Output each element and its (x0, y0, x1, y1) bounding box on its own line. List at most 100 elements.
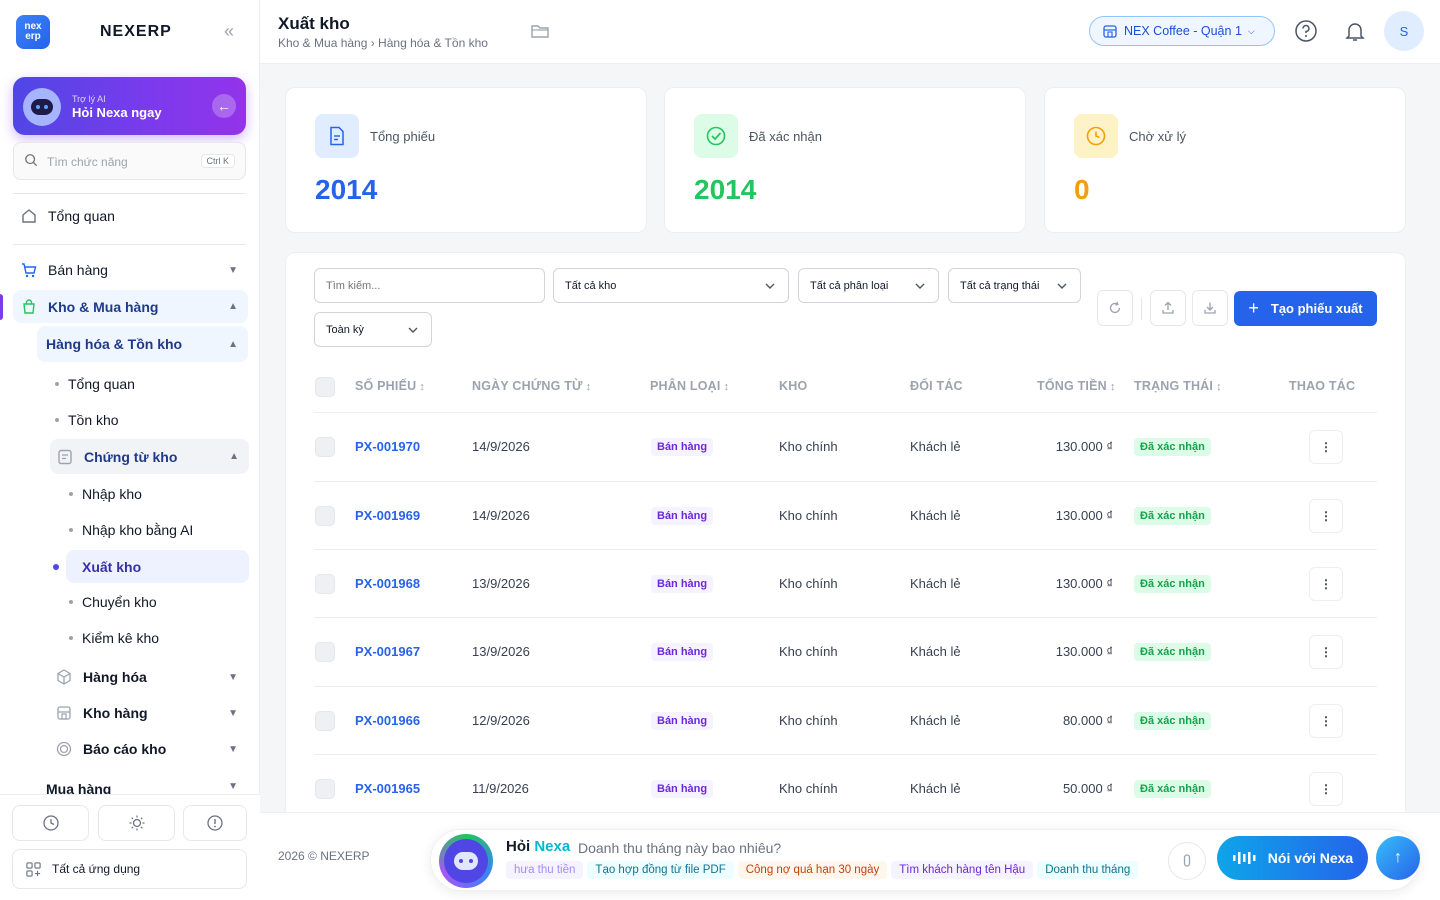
row-checkbox[interactable] (315, 506, 335, 526)
voucher-link[interactable]: PX-001966 (355, 713, 420, 728)
row-checkbox[interactable] (315, 642, 335, 662)
attach-button[interactable] (1168, 842, 1206, 880)
cart-icon (22, 263, 37, 278)
collapse-sidebar-icon[interactable]: « (224, 21, 234, 42)
more-vertical-icon: ⋮ (1320, 440, 1332, 454)
all-apps-button[interactable]: Tất cả ứng dụng (12, 849, 247, 889)
sidebar-item-overview[interactable]: Tổng quan (20, 205, 248, 227)
category-filter[interactable]: Tất cả phân loại (798, 268, 939, 303)
period-filter[interactable]: Toàn kỳ (314, 312, 432, 347)
voucher-link[interactable]: PX-001970 (355, 439, 420, 454)
upload-button[interactable] (1150, 290, 1186, 326)
category-badge: Bán hàng (651, 780, 714, 798)
row-more-button[interactable]: ⋮ (1309, 635, 1343, 669)
bell-icon[interactable] (1343, 19, 1367, 43)
chevron-down-icon (1057, 283, 1067, 289)
select-all-checkbox[interactable] (315, 377, 335, 397)
active-item-dot (53, 564, 59, 570)
row-checkbox[interactable] (315, 437, 335, 457)
search-input[interactable] (314, 268, 545, 303)
sidebar-item-export[interactable]: Xuất kho (66, 550, 249, 583)
row-more-button[interactable]: ⋮ (1309, 499, 1343, 533)
report-icon (56, 741, 72, 757)
row-checkbox[interactable] (315, 711, 335, 731)
theme-toggle-button[interactable] (98, 805, 175, 841)
voucher-link[interactable]: PX-001968 (355, 576, 420, 591)
suggestion-chip[interactable]: Tìm khách hàng tên Hậu (891, 861, 1034, 879)
row-more-button[interactable]: ⋮ (1309, 704, 1343, 738)
help-icon[interactable] (1294, 19, 1318, 43)
suggestion-chip[interactable]: hưa thu tiền (506, 861, 584, 879)
refresh-button[interactable] (1097, 290, 1133, 326)
store-selector[interactable]: NEX Coffee - Quận 1 ⌵ (1089, 16, 1275, 46)
folder-icon[interactable] (530, 22, 550, 40)
chevron-up-icon: ▲ (228, 301, 238, 312)
alert-button[interactable] (183, 805, 247, 841)
stat-label: Tổng phiếu (370, 129, 436, 144)
nexa-question-input[interactable]: Doanh thu tháng này bao nhiêu? (578, 840, 781, 856)
row-divider (314, 549, 1377, 550)
sidebar-item-sub-overview[interactable]: Tổng quan (55, 374, 135, 394)
row-divider (314, 481, 1377, 482)
suggestion-chip[interactable]: Doanh thu tháng (1037, 861, 1139, 879)
voucher-link[interactable]: PX-001965 (355, 781, 420, 796)
feature-search-input[interactable]: Tìm chức năng Ctrl K (13, 142, 246, 180)
voucher-date: 13/9/2026 (472, 644, 530, 659)
ai-card-title: Hỏi Nexa ngay (72, 105, 162, 120)
voucher-link[interactable]: PX-001967 (355, 644, 420, 659)
breadcrumb[interactable]: Kho & Mua hàng › Hàng hóa & Tồn kho (278, 36, 488, 50)
col-total[interactable]: TỔNG TIỀN ↕ (1037, 379, 1116, 393)
row-checkbox[interactable] (315, 779, 335, 799)
sidebar-item-import-ai[interactable]: Nhập kho bằng AI (69, 520, 193, 540)
sidebar-item-stocktake[interactable]: Kiểm kê kho (69, 628, 159, 648)
nexa-robot-icon (439, 834, 493, 888)
shortcut-badge: Ctrl K (200, 154, 235, 168)
sidebar-item-vouchers[interactable]: Chứng từ kho ▲ (50, 439, 249, 474)
sidebar-item-warehouses[interactable]: Kho hàng ▼ (55, 703, 248, 723)
sidebar-item-sales[interactable]: Bán hàng ▼ (20, 259, 248, 281)
send-button[interactable]: ↑ (1376, 836, 1420, 880)
voucher-link[interactable]: PX-001969 (355, 508, 420, 523)
warehouse-filter[interactable]: Tất cả kho (553, 268, 789, 303)
sidebar-item-import[interactable]: Nhập kho (69, 484, 142, 504)
user-avatar[interactable]: S (1384, 11, 1424, 51)
sort-icon: ↕ (1109, 381, 1116, 393)
row-more-button[interactable]: ⋮ (1309, 430, 1343, 464)
sidebar-item-warehouse-purchase[interactable]: Kho & Mua hàng ▲ (13, 290, 248, 323)
row-checkbox[interactable] (315, 574, 335, 594)
talk-to-nexa-button[interactable]: Nói với Nexa (1217, 836, 1368, 880)
ai-assistant-card[interactable]: Trợ lý AI Hỏi Nexa ngay ← (13, 77, 246, 135)
sidebar-item-transfer[interactable]: Chuyển kho (69, 592, 157, 612)
app-logo[interactable]: nex erp (16, 15, 50, 49)
sidebar-item-goods-inventory[interactable]: Hàng hóa & Tồn kho ▲ (37, 326, 248, 362)
total-cell: 130.000 ₫ (1055, 576, 1113, 591)
col-status[interactable]: TRẠNG THÁI ↕ (1134, 379, 1222, 393)
upload-icon (1162, 301, 1174, 314)
sidebar-item-purchase[interactable]: Mua hàng ▼ (46, 781, 248, 795)
col-category[interactable]: PHÂN LOẠI ↕ (650, 379, 729, 393)
sidebar-item-stock[interactable]: Tồn kho (55, 410, 119, 430)
row-more-button[interactable]: ⋮ (1309, 567, 1343, 601)
sidebar-item-reports[interactable]: Báo cáo kho ▼ (55, 739, 248, 759)
ai-card-caption: Trợ lý AI (72, 94, 106, 104)
col-voucher-no[interactable]: SỐ PHIẾU ↕ (355, 379, 425, 393)
chevron-down-icon: ▼ (228, 264, 238, 276)
row-more-button[interactable]: ⋮ (1309, 772, 1343, 806)
check-circle-icon (694, 114, 738, 158)
suggestion-chip[interactable]: Tạo hợp đồng từ file PDF (587, 861, 734, 879)
col-date[interactable]: NGÀY CHỨNG TỪ ↕ (472, 379, 591, 393)
nexa-ask-bar[interactable]: Hỏi Nexa Doanh thu tháng này bao nhiêu? … (430, 829, 1420, 891)
warehouse-cell: Kho chính (779, 781, 838, 796)
create-export-button[interactable]: + Tạo phiếu xuất (1234, 291, 1377, 326)
history-button[interactable] (12, 805, 89, 841)
suggestion-chip[interactable]: Công nợ quá hạn 30 ngày (737, 861, 888, 879)
download-button[interactable] (1192, 290, 1228, 326)
chevron-down-icon (765, 283, 775, 289)
bullet (69, 492, 73, 496)
home-icon (22, 209, 36, 223)
status-filter[interactable]: Tất cả trạng thái (948, 268, 1081, 303)
sidebar: nex erp NEXERP « Trợ lý AI Hỏi Nexa ngay … (0, 0, 260, 900)
arrow-left-icon[interactable]: ← (212, 94, 236, 118)
status-badge: Đã xác nhận (1134, 438, 1211, 456)
sidebar-item-goods[interactable]: Hàng hóa ▼ (55, 667, 248, 687)
